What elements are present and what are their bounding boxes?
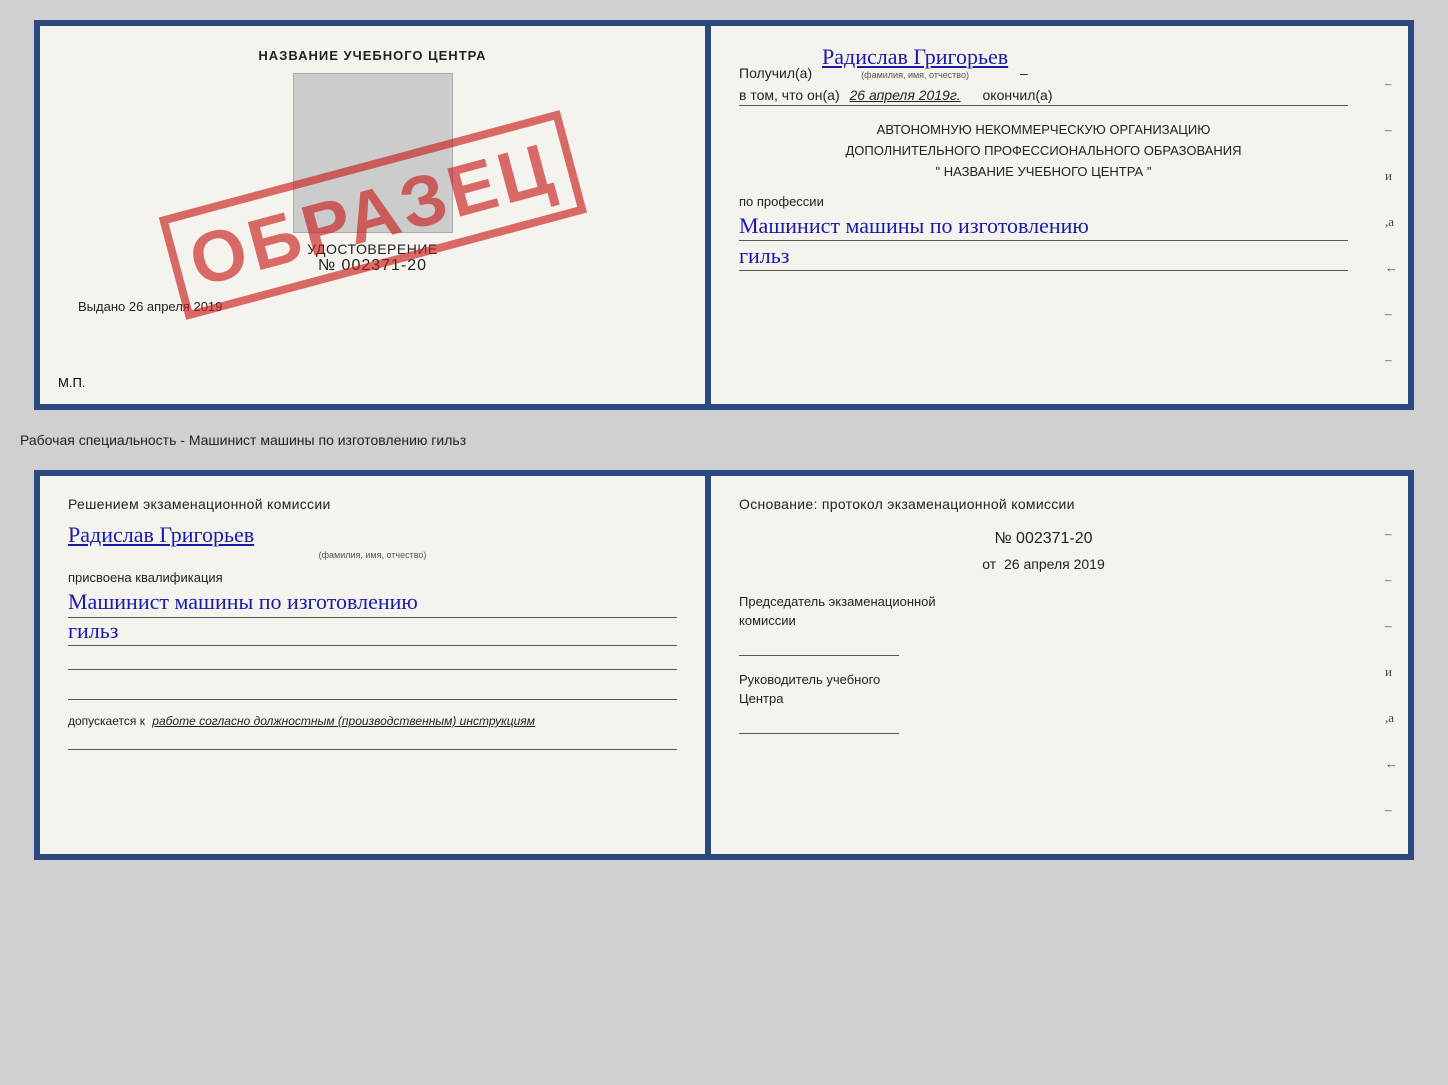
dopusk-italic-text: работе согласно должностным (производств…: [152, 714, 535, 728]
prof-name-top: Машинист машины по изготовлению: [739, 213, 1348, 241]
protocol-date: от 26 апреля 2019: [739, 556, 1348, 572]
cert-top-left: НАЗВАНИЕ УЧЕБНОГО ЦЕНТРА УДОСТОВЕРЕНИЕ №…: [40, 26, 705, 404]
prisvoena-text: присвоена квалификация: [68, 570, 677, 585]
recipient-name-bottom: Радислав Григорьев: [68, 522, 677, 548]
org-line2: ДОПОЛНИТЕЛЬНОГО ПРОФЕССИОНАЛЬНОГО ОБРАЗО…: [739, 141, 1348, 162]
sig-line-3: [68, 734, 677, 750]
okончил-text: окончил(а): [983, 87, 1053, 103]
org-line3: " НАЗВАНИЕ УЧЕБНОГО ЦЕНТРА ": [739, 162, 1348, 183]
resheniem-title: Решением экзаменационной комиссии: [68, 496, 677, 512]
dopusk-prefix: допускается к: [68, 714, 145, 728]
recipient-name-top: Радислав Григорьев: [822, 44, 1008, 69]
school-name-top: НАЗВАНИЕ УЧЕБНОГО ЦЕНТРА: [68, 48, 677, 63]
org-line1: АВТОНОМНУЮ НЕКОММЕРЧЕСКУЮ ОРГАНИЗАЦИЮ: [739, 120, 1348, 141]
name-subtitle-bottom: (фамилия, имя, отчество): [68, 550, 677, 560]
udost-label: УДОСТОВЕРЕНИЕ: [307, 241, 437, 257]
stamp-box: [293, 73, 453, 233]
vtom-date: 26 апреля 2019г.: [850, 87, 961, 103]
po-professii-label: по профессии: [739, 194, 1348, 209]
udost-number: № 002371-20: [318, 257, 427, 275]
poluchil-line: Получил(а) Радислав Григорьев (фамилия, …: [739, 44, 1348, 81]
predsedatel-line2: комиссии: [739, 613, 1348, 628]
rukovoditel-sign-line: [739, 712, 899, 734]
name-subtitle-top: (фамилия, имя, отчество): [822, 70, 1008, 80]
kvalif-name1: Машинист машины по изготовлению: [68, 589, 677, 618]
right-dashes-top: – – и ,а ← – – –: [1385, 76, 1398, 410]
certificate-bottom: Решением экзаменационной комиссии Радисл…: [34, 470, 1414, 860]
rukovoditel-line1: Руководитель учебного: [739, 672, 1348, 687]
protocol-date-value: 26 апреля 2019: [1004, 556, 1105, 572]
predsedatel-line1: Председатель экзаменационной: [739, 594, 1348, 609]
stamp-area: УДОСТОВЕРЕНИЕ № 002371-20: [68, 73, 677, 281]
sig-line-1: [68, 654, 677, 670]
vtom-prefix: в том, что он(а): [739, 87, 840, 103]
sig-line-2: [68, 684, 677, 700]
kvalif-name2: гильз: [68, 618, 677, 646]
vtom-line: в том, что он(а) 26 апреля 2019г. окончи…: [739, 87, 1348, 106]
poluchil-prefix: Получил(а): [739, 65, 812, 81]
vydano-line: Выдано 26 апреля 2019: [68, 299, 677, 314]
certificate-top: НАЗВАНИЕ УЧЕБНОГО ЦЕНТРА УДОСТОВЕРЕНИЕ №…: [34, 20, 1414, 410]
mp-label: М.П.: [58, 375, 85, 390]
cert-bottom-left: Решением экзаменационной комиссии Радисл…: [40, 476, 705, 854]
org-block: АВТОНОМНУЮ НЕКОММЕРЧЕСКУЮ ОРГАНИЗАЦИЮ ДО…: [739, 120, 1348, 182]
signature-lines: [68, 654, 677, 700]
osnovanie-title: Основание: протокол экзаменационной коми…: [739, 496, 1348, 512]
dash-after-name: –: [1020, 65, 1028, 81]
date-prefix: от: [982, 556, 996, 572]
cert-top-right: Получил(а) Радислав Григорьев (фамилия, …: [711, 26, 1408, 404]
between-label: Рабочая специальность - Машинист машины …: [20, 428, 466, 452]
dopuskaetsya-text: допускается к работе согласно должностны…: [68, 714, 677, 728]
predsedatel-sign-line: [739, 634, 899, 656]
right-dashes-bottom: – – – и ,а ← – – –: [1385, 526, 1398, 860]
rukovoditel-line2: Центра: [739, 691, 1348, 706]
prof-name2-top: гильз: [739, 243, 1348, 271]
cert-bottom-right: Основание: протокол экзаменационной коми…: [711, 476, 1408, 854]
protocol-number: № 002371-20: [739, 530, 1348, 548]
